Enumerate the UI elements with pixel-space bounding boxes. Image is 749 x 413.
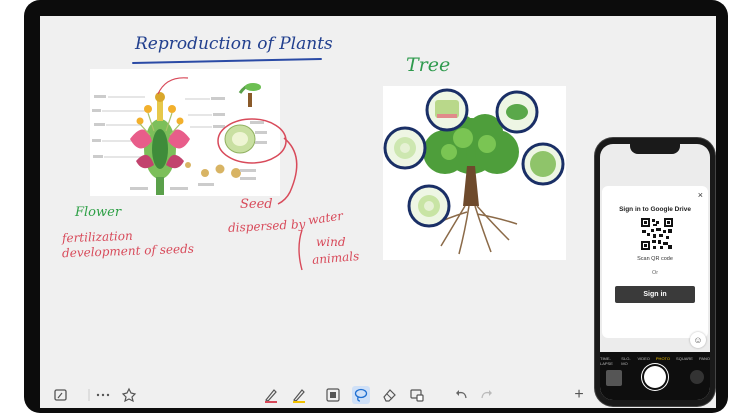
camera-mode-list: TIME-LAPSE SLO-MO VIDEO PHOTO SQUARE PAN… bbox=[600, 356, 710, 366]
phone-mockup: × Sign in to Google Drive Scan QR code O… bbox=[595, 138, 715, 406]
phone-notch bbox=[630, 144, 680, 154]
apps-icon[interactable] bbox=[120, 386, 138, 404]
camera-mode-item[interactable]: SQUARE bbox=[676, 356, 693, 366]
camera-mode-item[interactable]: PANO bbox=[699, 356, 710, 366]
add-icon[interactable]: + bbox=[570, 386, 588, 404]
or-divider: Or bbox=[651, 270, 659, 276]
google-drive-signin-dialog: × Sign in to Google Drive Scan QR code O… bbox=[602, 186, 708, 338]
more-icon[interactable] bbox=[94, 386, 112, 404]
lasso-icon[interactable] bbox=[352, 386, 370, 404]
camera-mode-item[interactable]: VIDEO bbox=[637, 356, 649, 366]
qr-code-icon bbox=[641, 218, 673, 250]
qr-code-label: Scan QR code bbox=[637, 256, 673, 262]
camera-mode-item[interactable]: TIME-LAPSE bbox=[600, 356, 615, 366]
undo-icon[interactable] bbox=[452, 386, 470, 404]
bottom-toolbar: + bbox=[40, 380, 716, 408]
camera-mode-item[interactable]: SLO-MO bbox=[621, 356, 631, 366]
image-icon[interactable] bbox=[324, 386, 342, 404]
camera-mode-item-active[interactable]: PHOTO bbox=[656, 356, 670, 366]
sign-in-button[interactable]: Sign in bbox=[615, 286, 695, 303]
screen-share-icon[interactable] bbox=[408, 386, 426, 404]
pen-red-icon[interactable] bbox=[262, 386, 280, 404]
eraser-icon[interactable] bbox=[380, 386, 398, 404]
close-icon[interactable]: × bbox=[698, 190, 703, 200]
whiteboard-icon[interactable] bbox=[52, 386, 70, 404]
whiteboard-canvas[interactable]: Reproduction of Plants Tree Flower ferti… bbox=[40, 16, 716, 408]
redo-icon[interactable] bbox=[478, 386, 496, 404]
dialog-title: Sign in to Google Drive bbox=[619, 206, 691, 213]
pen-yellow-icon[interactable] bbox=[290, 386, 308, 404]
phone-screen: × Sign in to Google Drive Scan QR code O… bbox=[600, 144, 710, 400]
person-icon[interactable]: ☺ bbox=[690, 332, 706, 348]
